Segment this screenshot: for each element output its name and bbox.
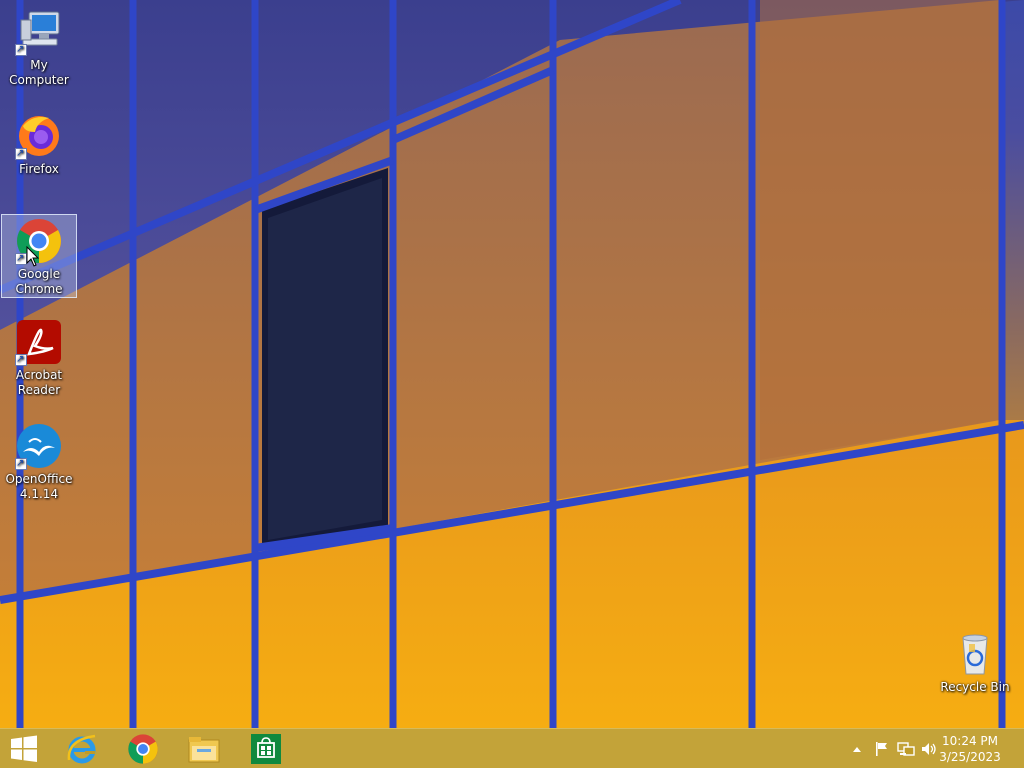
taskbar-clock[interactable]: 10:24 PM 3/25/2023 <box>934 733 1006 765</box>
desktop-icon-label: Google Chrome <box>15 267 63 296</box>
taskbar-internet-explorer[interactable] <box>54 729 110 768</box>
desktop-icon-label: Firefox <box>19 162 59 176</box>
desktop-icon-label: Recycle Bin <box>940 680 1010 694</box>
clock-date: 3/25/2023 <box>939 750 1001 764</box>
clock-time: 10:24 PM <box>942 734 998 748</box>
desktop-icon-label: Acrobat Reader <box>15 368 63 397</box>
desktop-icon-recycle-bin[interactable]: Recycle Bin <box>937 630 1013 698</box>
start-button[interactable] <box>0 729 48 768</box>
mouse-cursor-icon <box>26 246 40 267</box>
show-hidden-icons-icon[interactable] <box>848 729 866 768</box>
windows-logo-icon <box>11 735 37 762</box>
recycle-bin-icon <box>951 630 999 678</box>
wallpaper <box>0 0 1024 728</box>
shortcut-arrow-icon <box>15 146 27 161</box>
openoffice-icon <box>15 422 63 471</box>
taskbar-file-explorer[interactable] <box>176 729 232 768</box>
desktop-icon-my-computer[interactable]: My Computer <box>1 8 77 87</box>
desktop[interactable]: My Computer Firefox Google Chrome <box>0 0 1024 728</box>
chrome-icon <box>128 734 158 764</box>
acrobat-icon <box>15 318 63 367</box>
desktop-icon-acrobat-reader[interactable]: Acrobat Reader <box>1 318 77 402</box>
shortcut-arrow-icon <box>15 456 27 471</box>
shortcut-arrow-icon <box>15 42 27 57</box>
taskbar: 10:24 PM 3/25/2023 <box>0 728 1024 768</box>
desktop-icon-firefox[interactable]: Firefox <box>1 112 77 180</box>
internet-explorer-icon <box>67 734 96 764</box>
shortcut-arrow-icon <box>15 352 27 367</box>
desktop-icon-label: My Computer <box>9 58 69 87</box>
desktop-icon-openoffice[interactable]: OpenOffice 4.1.14 <box>1 422 77 506</box>
firefox-icon <box>15 112 63 161</box>
computer-icon <box>15 8 63 57</box>
network-icon[interactable] <box>895 729 917 768</box>
file-explorer-icon <box>188 737 220 763</box>
store-icon <box>251 734 281 764</box>
taskbar-store[interactable] <box>238 729 294 768</box>
action-center-flag-icon[interactable] <box>872 729 892 768</box>
taskbar-google-chrome[interactable] <box>115 729 171 768</box>
desktop-icon-label: OpenOffice 4.1.14 <box>5 472 73 501</box>
